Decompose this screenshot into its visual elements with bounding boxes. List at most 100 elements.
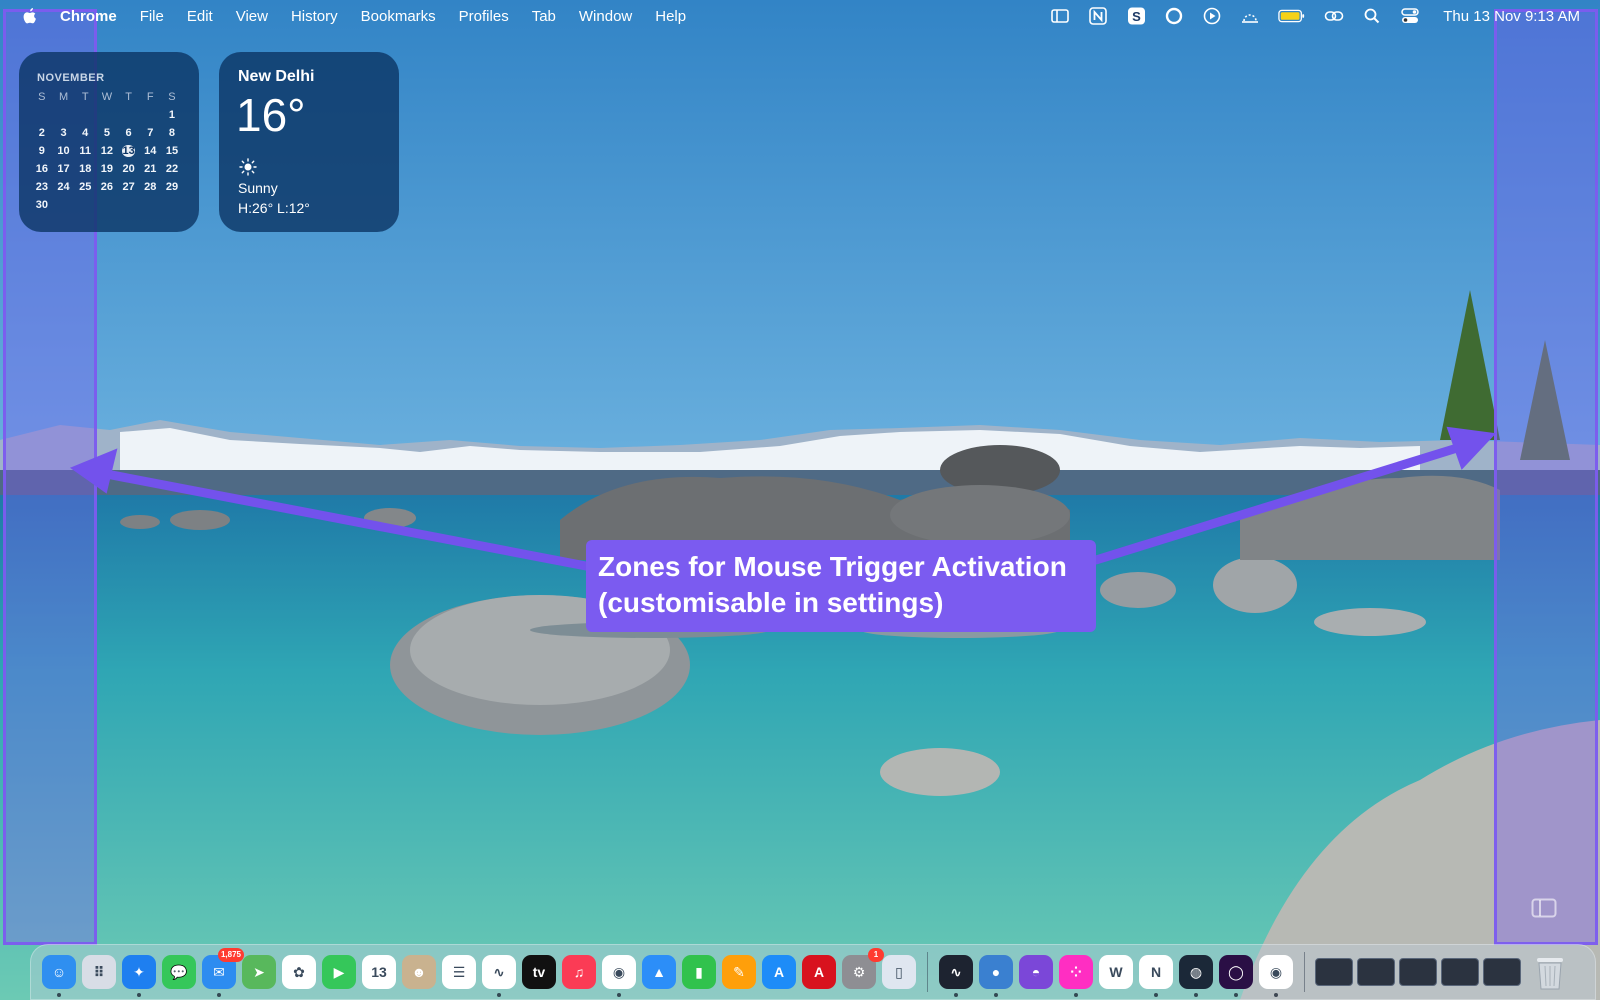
mail-icon: ✉ <box>213 963 225 980</box>
link-icon[interactable] <box>1323 6 1345 26</box>
calendar-cell: 16 <box>31 163 53 175</box>
dock-app-github[interactable]: ◓ <box>1019 955 1053 989</box>
dock-app-messages[interactable]: 💬 <box>162 955 196 989</box>
calendar-cell: 6 <box>118 127 140 139</box>
dock-app-app-store[interactable]: A <box>762 955 796 989</box>
dock-app-disk-utility[interactable]: ● <box>979 955 1013 997</box>
dock-minimized-window[interactable] <box>1357 958 1395 986</box>
dock-app-pages[interactable]: ✎ <box>722 955 756 989</box>
dock-app-calendar[interactable]: 13 <box>362 955 396 989</box>
dock-app-numbers[interactable]: ▮ <box>682 955 716 989</box>
dock-app-orb-app[interactable]: ◯ <box>1219 955 1253 997</box>
dock-app-maps[interactable]: ➤ <box>242 955 276 989</box>
notion-icon[interactable] <box>1087 6 1109 26</box>
dock-app-photos[interactable]: ✿ <box>282 955 316 989</box>
calendar-day: 24 <box>57 181 70 193</box>
dock-app-mail[interactable]: ✉ 1,875 <box>202 948 244 997</box>
calendar-cell: 3 <box>53 127 75 139</box>
menu-tab[interactable]: Tab <box>532 8 556 25</box>
dock-app-freeform[interactable]: ∿ <box>482 955 516 997</box>
dock-app-word[interactable]: W <box>1099 955 1133 989</box>
dock-running-indicator <box>1274 993 1278 997</box>
menu-app-name[interactable]: Chrome <box>60 8 117 25</box>
weather-condition: Sunny <box>238 180 278 196</box>
sidebar-icon[interactable] <box>1049 6 1071 26</box>
menu-window[interactable]: Window <box>579 8 632 25</box>
menu-bar-left: Chrome File Edit View History Bookmarks … <box>22 7 709 25</box>
calendar-cell: 29 <box>161 181 183 193</box>
dock-running-indicator <box>1234 993 1238 997</box>
calendar-day: 23 <box>35 181 48 193</box>
menu-view[interactable]: View <box>236 8 268 25</box>
dock-app-contacts[interactable]: ☻ <box>402 955 436 989</box>
weather-widget[interactable]: New Delhi 16° Sunny H:26° L:12° <box>219 52 399 232</box>
dock-running-indicator <box>994 993 998 997</box>
control-center-icon[interactable] <box>1399 6 1421 26</box>
menu-bar-right: S Thu 13 Nov 9:13 AM <box>1033 6 1580 26</box>
calendar-cell: 9 <box>31 145 53 157</box>
dock-app-reminders[interactable]: ☰ <box>442 955 476 989</box>
calendar-icon: 13 <box>371 964 387 980</box>
calendar-weekday: T <box>125 91 132 103</box>
dock-app-finder[interactable]: ☺ <box>42 955 76 997</box>
skype-icon[interactable]: S <box>1125 6 1147 26</box>
play-circle-icon[interactable] <box>1201 6 1223 26</box>
trash-icon[interactable] <box>1533 953 1567 991</box>
search-icon[interactable] <box>1361 6 1383 26</box>
dock-minimized-window[interactable] <box>1399 958 1437 986</box>
dock-app-system-settings[interactable]: ⚙ 1 <box>842 948 884 989</box>
dock-minimized-window[interactable] <box>1315 958 1353 986</box>
calendar-day: 3 <box>60 127 67 139</box>
menu-profiles[interactable]: Profiles <box>459 8 509 25</box>
calendar-cell: 18 <box>74 163 96 175</box>
sun-icon <box>239 158 257 176</box>
menu-file[interactable]: File <box>140 8 164 25</box>
disk-icon: ● <box>991 964 1001 980</box>
menu-bar-clock[interactable]: Thu 13 Nov 9:13 AM <box>1443 8 1580 25</box>
menu-history[interactable]: History <box>291 8 338 25</box>
calendar-cell: 25 <box>74 181 96 193</box>
dock-minimized-window[interactable] <box>1441 958 1479 986</box>
calendar-widget[interactable]: NOVEMBER S M T W T F S 1 2 3 4 5 6 7 8 9 10 11 12 13 14 15 16 1… <box>19 52 199 232</box>
dock-app-chrome-beta[interactable]: ◉ <box>1259 955 1293 997</box>
dock-app-activity-monitor[interactable]: ∿ <box>939 955 973 997</box>
music-icon: ♫ <box>573 964 585 980</box>
simulator-icon: ▯ <box>895 963 903 980</box>
battery-icon[interactable] <box>1277 6 1307 26</box>
circle-icon[interactable] <box>1163 6 1185 26</box>
dock-running-indicator <box>1074 993 1078 997</box>
dock-app-keynote[interactable]: ▲ <box>642 955 676 989</box>
dock-app-music[interactable]: ♫ <box>562 955 596 989</box>
menu-bookmarks[interactable]: Bookmarks <box>361 8 436 25</box>
dock-app-safari[interactable]: ✦ <box>122 955 156 997</box>
dock-minimized-window[interactable] <box>1483 958 1521 986</box>
calendar-day: 29 <box>165 181 179 193</box>
dock-running-indicator <box>217 993 221 997</box>
dock-app-notion[interactable]: N <box>1139 955 1173 997</box>
calendar-day: 12 <box>100 145 114 157</box>
dock-app-simulator[interactable]: ▯ <box>882 955 916 989</box>
menu-edit[interactable]: Edit <box>187 8 213 25</box>
apple-menu-icon[interactable] <box>22 7 38 25</box>
menu-help[interactable]: Help <box>655 8 686 25</box>
dock-app-launchpad[interactable]: ⠿ <box>82 955 116 989</box>
calendar-cell: 1 <box>161 109 183 121</box>
dock-app-facetime[interactable]: ▶ <box>322 955 356 989</box>
notion-app-icon: N <box>1150 964 1162 980</box>
calendar-day: 15 <box>165 145 179 157</box>
calendar-day: 17 <box>57 163 70 175</box>
dock-app-chrome[interactable]: ◉ <box>602 955 636 997</box>
calendar-month: NOVEMBER <box>37 72 105 84</box>
dock-app-autocad[interactable]: A <box>802 955 836 989</box>
sidebar-toggle-icon[interactable] <box>1531 898 1557 918</box>
dock-app-steam[interactable]: ◍ <box>1179 955 1213 997</box>
calendar-cell: 7 <box>139 127 161 139</box>
app-store-icon: A <box>773 964 785 980</box>
dock-app-dots-app[interactable]: ⁘ <box>1059 955 1093 997</box>
menu-bar: Chrome File Edit View History Bookmarks … <box>0 0 1600 32</box>
right-trigger-zone[interactable] <box>1494 9 1598 945</box>
weather-icon[interactable] <box>1239 6 1261 26</box>
dock-app-apple-tv[interactable]: tv <box>522 955 556 989</box>
calendar-day: 6 <box>125 127 132 139</box>
finder-icon: ☺ <box>51 964 67 980</box>
